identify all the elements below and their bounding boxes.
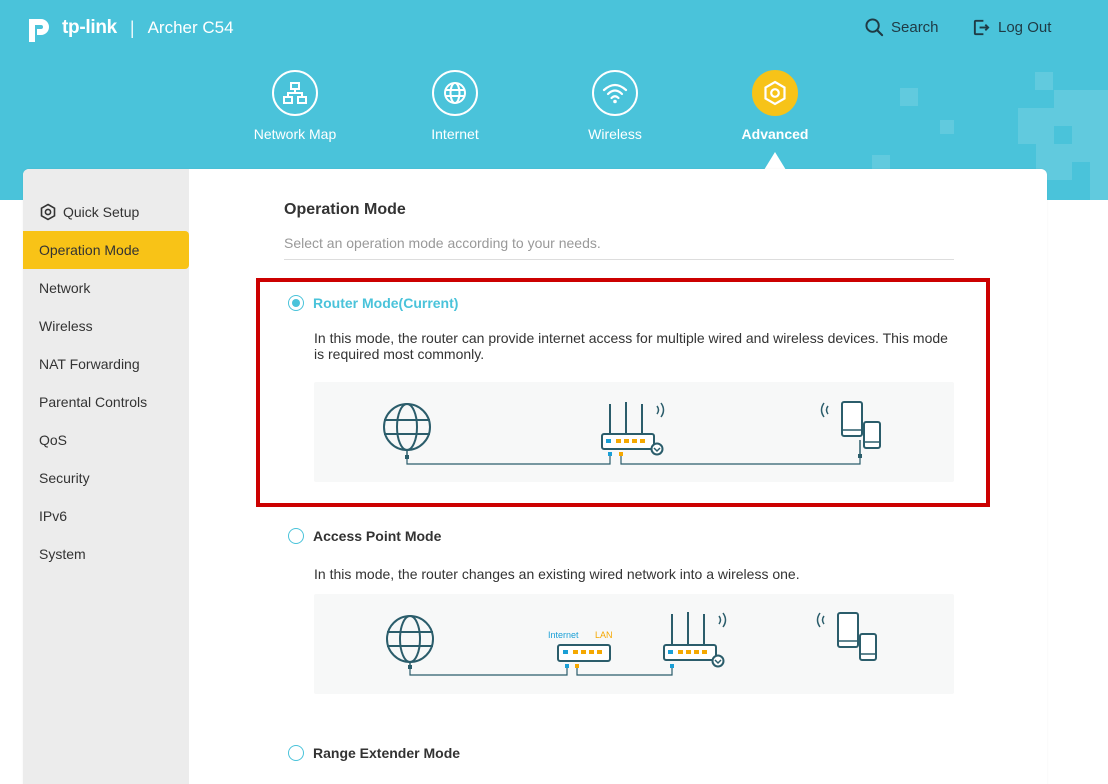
diagram-internet-label: Internet [548,630,579,640]
search-label: Search [891,19,939,36]
nav-advanced[interactable]: Advanced [700,70,850,142]
range-extender-mode-option: Range Extender Mode [288,745,460,761]
diagram-lan-label: LAN [595,630,613,640]
nav-internet-label: Internet [431,126,479,142]
gear-icon [40,203,56,221]
sidebar-item-nat-forwarding[interactable]: NAT Forwarding [23,345,189,383]
sidebar-item-wireless[interactable]: Wireless [23,307,189,345]
tplink-logo: tp-link | Archer C54 [22,10,234,46]
router-mode-option: Router Mode(Current) In this mode, the r… [288,295,954,482]
radio-checked-icon [288,295,304,311]
logout-button[interactable]: Log Out [972,18,1051,37]
sidebar-item-ipv6[interactable]: IPv6 [23,497,189,535]
sidebar-item-qos[interactable]: QoS [23,421,189,459]
nav-network-map[interactable]: Network Map [220,70,370,142]
sidebar-item-security[interactable]: Security [23,459,189,497]
sidebar-item-label: Network [39,280,91,296]
nav-internet[interactable]: Internet [380,70,530,142]
router-device-icon [663,612,727,668]
brand-name: tp-link [62,17,117,38]
sidebar-item-label: Quick Setup [63,204,140,220]
wifi-icon [602,83,628,104]
nav-active-pointer [764,152,786,170]
router-mode-description: In this mode, the router can provide int… [314,330,948,362]
range-extender-mode-label: Range Extender Mode [313,745,461,761]
nav-network-map-label: Network Map [253,126,337,142]
router-mode-label: Router Mode(Current) [313,295,459,311]
sidebar-item-label: NAT Forwarding [39,356,140,372]
router-mode-radio[interactable]: Router Mode(Current) [288,295,954,311]
sidebar-item-quick-setup[interactable]: Quick Setup [23,193,189,231]
access-point-mode-description: In this mode, the router changes an exis… [314,566,800,582]
router-device-icon [601,402,665,456]
client-devices-icon [820,401,881,458]
brand-separator: | [129,17,135,38]
sidebar-item-label: Wireless [39,318,93,334]
search-icon [865,18,884,37]
existing-router-icon: Internet LAN [548,630,613,668]
router-mode-diagram [314,382,954,482]
nav-advanced-label: Advanced [741,126,809,142]
sidebar-item-label: Security [39,470,90,486]
content-area: Operation Mode Select an operation mode … [189,169,1047,784]
sidebar: Quick Setup Operation Mode Network Wirel… [23,169,189,784]
client-devices-icon [816,612,877,661]
sidebar-item-label: Parental Controls [39,394,148,410]
nav-wireless[interactable]: Wireless [540,70,690,142]
nav-wireless-label: Wireless [588,126,642,142]
internet-globe-icon [383,403,431,459]
sidebar-item-network[interactable]: Network [23,269,189,307]
page-title: Operation Mode [284,201,406,218]
internet-globe-icon [386,615,434,669]
tplink-logo-icon [29,19,49,42]
sidebar-item-label: System [39,546,86,562]
access-point-mode-option: Access Point Mode In this mode, the rout… [288,528,954,694]
access-point-mode-label: Access Point Mode [313,528,442,544]
logout-icon [973,19,990,36]
radio-unchecked-icon [288,528,304,544]
access-point-mode-diagram: Internet LAN [314,594,954,694]
gear-icon [764,80,786,106]
network-map-icon [283,82,307,104]
sidebar-item-system[interactable]: System [23,535,189,573]
sidebar-item-parental-controls[interactable]: Parental Controls [23,383,189,421]
sidebar-item-label: Operation Mode [39,242,140,258]
main-card: Quick Setup Operation Mode Network Wirel… [23,169,1047,784]
logout-label: Log Out [998,19,1052,36]
sidebar-item-operation-mode[interactable]: Operation Mode [23,231,189,269]
range-extender-mode-radio[interactable]: Range Extender Mode [288,745,460,761]
globe-icon [444,82,466,104]
page-subtitle: Select an operation mode according to yo… [284,235,601,251]
divider [284,259,954,260]
sidebar-item-label: QoS [39,432,68,448]
model-name: Archer C54 [147,18,234,37]
sidebar-item-label: IPv6 [39,508,68,524]
search-button[interactable]: Search [865,18,939,37]
radio-unchecked-icon [288,745,304,761]
access-point-mode-radio[interactable]: Access Point Mode [288,528,954,544]
